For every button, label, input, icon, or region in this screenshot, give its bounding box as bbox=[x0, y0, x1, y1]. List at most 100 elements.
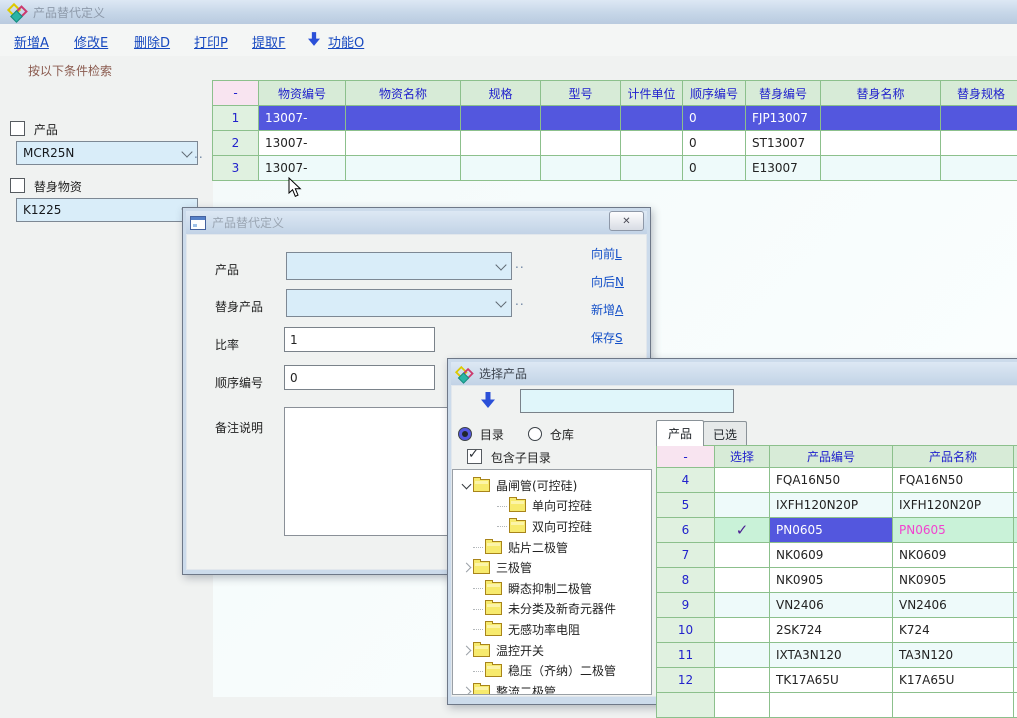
table-cell[interactable] bbox=[941, 131, 1017, 156]
column-header[interactable]: 替身规格 bbox=[941, 81, 1017, 106]
table-row[interactable]: 11IXTA3N120TA3N120T bbox=[657, 643, 1017, 668]
table-row[interactable]: 4FQA16N50FQA16N50F bbox=[657, 468, 1017, 493]
column-header[interactable]: 物资编号 bbox=[259, 81, 346, 106]
include-sub-checkbox[interactable] bbox=[467, 449, 482, 464]
table-cell[interactable] bbox=[346, 131, 461, 156]
table-cell[interactable] bbox=[346, 156, 461, 181]
product-search-input[interactable] bbox=[520, 389, 734, 413]
table-row[interactable]: 12TK17A65UK17A65UK bbox=[657, 668, 1017, 693]
column-header[interactable]: 物资名称 bbox=[346, 81, 461, 106]
toolbar-item-P[interactable]: 打印P bbox=[194, 32, 228, 51]
search-arrow-icon[interactable] bbox=[481, 392, 495, 411]
table-cell[interactable]: K724 bbox=[893, 618, 1014, 643]
tree-expand-icon[interactable] bbox=[459, 647, 473, 654]
column-header[interactable]: 规格 bbox=[461, 81, 541, 106]
column-header[interactable]: 产品名称 bbox=[893, 446, 1014, 468]
tree-item[interactable]: 双向可控硅 bbox=[453, 516, 651, 537]
tree-expand-icon[interactable] bbox=[459, 688, 473, 695]
action-link-L[interactable]: 向前L bbox=[591, 245, 624, 262]
action-link-N[interactable]: 向后N bbox=[591, 273, 624, 290]
action-link-A[interactable]: 新增A bbox=[591, 301, 624, 318]
table-cell[interactable]: ✓ bbox=[715, 518, 770, 543]
substitute-filter-combo[interactable]: K1225 bbox=[16, 198, 198, 222]
table-cell[interactable]: 13007- bbox=[259, 156, 346, 181]
table-cell[interactable]: 0 bbox=[683, 131, 746, 156]
tab-selected[interactable]: 已选 bbox=[703, 421, 747, 446]
table-cell[interactable]: IXTA3N120 bbox=[770, 643, 893, 668]
table-cell[interactable] bbox=[461, 106, 541, 131]
table-cell[interactable]: 0 bbox=[683, 106, 746, 131]
select-dialog-titlebar[interactable]: 选择产品 bbox=[451, 362, 1017, 385]
chevron-down-icon[interactable] bbox=[495, 296, 506, 307]
table-cell[interactable]: IXFH120N20P bbox=[893, 493, 1014, 518]
function-dropdown-arrow-icon[interactable] bbox=[308, 32, 320, 50]
table-cell[interactable] bbox=[821, 131, 941, 156]
table-cell[interactable]: 2 bbox=[213, 131, 259, 156]
radio-unselected-icon[interactable] bbox=[528, 427, 542, 441]
tree-item[interactable]: 贴片二极管 bbox=[453, 537, 651, 558]
tree-item[interactable]: 无感功率电阻 bbox=[453, 619, 651, 640]
table-cell[interactable] bbox=[715, 543, 770, 568]
table-cell[interactable]: NK0905 bbox=[770, 568, 893, 593]
table-cell[interactable]: 2SK724 bbox=[770, 618, 893, 643]
close-button[interactable]: ✕ bbox=[609, 211, 644, 231]
table-cell[interactable]: NK0905 bbox=[893, 568, 1014, 593]
table-cell[interactable] bbox=[541, 156, 621, 181]
toolbar-item-E[interactable]: 修改E bbox=[74, 32, 108, 51]
edit-dialog-titlebar[interactable]: 产品替代定义 bbox=[186, 211, 647, 234]
table-cell[interactable] bbox=[821, 106, 941, 131]
table-cell[interactable]: IXFH120N20P bbox=[770, 493, 893, 518]
table-cell[interactable]: PN0605 bbox=[770, 518, 893, 543]
table-row[interactable]: 7NK0609NK0609N bbox=[657, 543, 1017, 568]
sequence-field-input[interactable]: 0 bbox=[284, 365, 435, 390]
tree-expand-icon[interactable] bbox=[459, 564, 473, 571]
product-field-combo[interactable] bbox=[286, 252, 512, 280]
scope-radio-warehouse[interactable]: 仓库 bbox=[528, 426, 574, 443]
substitute-field-combo[interactable] bbox=[286, 289, 512, 317]
product-more-button[interactable]: .. bbox=[194, 147, 204, 161]
substitute-checkbox[interactable] bbox=[10, 178, 25, 193]
table-cell[interactable]: K17A65U bbox=[893, 668, 1014, 693]
table-cell[interactable]: NK0609 bbox=[770, 543, 893, 568]
table-cell[interactable]: 7 bbox=[657, 543, 715, 568]
table-cell[interactable]: ST13007 bbox=[746, 131, 821, 156]
table-cell[interactable] bbox=[715, 493, 770, 518]
tab-products[interactable]: 产品 bbox=[656, 420, 704, 446]
tree-item[interactable]: 温控开关 bbox=[453, 640, 651, 661]
table-cell[interactable]: 0 bbox=[683, 156, 746, 181]
toolbar-item-O[interactable]: 功能O bbox=[328, 32, 364, 51]
table-row[interactable]: 102SK724K724K bbox=[657, 618, 1017, 643]
table-cell[interactable] bbox=[715, 668, 770, 693]
table-cell[interactable]: TK17A65U bbox=[770, 668, 893, 693]
table-cell[interactable]: NK0609 bbox=[893, 543, 1014, 568]
table-cell[interactable]: FQA16N50 bbox=[893, 468, 1014, 493]
product-filter-combo[interactable]: MCR25N bbox=[16, 141, 198, 165]
substitute-field-more-button[interactable]: .. bbox=[515, 294, 525, 308]
tree-item[interactable]: 晶闸管(可控硅) bbox=[453, 475, 651, 496]
ratio-field-input[interactable]: 1 bbox=[284, 327, 435, 352]
column-header[interactable]: 顺序编号 bbox=[683, 81, 746, 106]
table-cell[interactable]: E13007 bbox=[746, 156, 821, 181]
tree-item[interactable]: 瞬态抑制二极管 bbox=[453, 578, 651, 599]
table-cell[interactable]: 5 bbox=[657, 493, 715, 518]
product-checkbox[interactable] bbox=[10, 121, 25, 136]
table-row[interactable]: 5IXFH120N20PIXFH120N20P1 bbox=[657, 493, 1017, 518]
table-cell[interactable]: 3 bbox=[213, 156, 259, 181]
toolbar-item-A[interactable]: 新增A bbox=[14, 32, 49, 51]
table-cell[interactable] bbox=[621, 131, 683, 156]
table-cell[interactable]: 8 bbox=[657, 568, 715, 593]
main-window-titlebar[interactable]: 产品替代定义 bbox=[0, 0, 1017, 24]
tree-item[interactable]: 整流二极管 bbox=[453, 681, 651, 695]
chevron-down-icon[interactable] bbox=[495, 259, 506, 270]
table-cell[interactable] bbox=[461, 131, 541, 156]
table-cell[interactable] bbox=[715, 618, 770, 643]
radio-selected-icon[interactable] bbox=[458, 427, 472, 441]
table-cell[interactable]: 4 bbox=[657, 468, 715, 493]
tree-item[interactable]: 未分类及新奇元器件 bbox=[453, 599, 651, 620]
chevron-down-icon[interactable] bbox=[181, 146, 192, 157]
table-cell[interactable] bbox=[541, 131, 621, 156]
table-cell[interactable]: FJP13007 bbox=[746, 106, 821, 131]
table-cell[interactable]: 12 bbox=[657, 668, 715, 693]
column-header[interactable]: 选择 bbox=[715, 446, 770, 468]
table-row[interactable]: 113007-0FJP13007 bbox=[213, 106, 1017, 131]
